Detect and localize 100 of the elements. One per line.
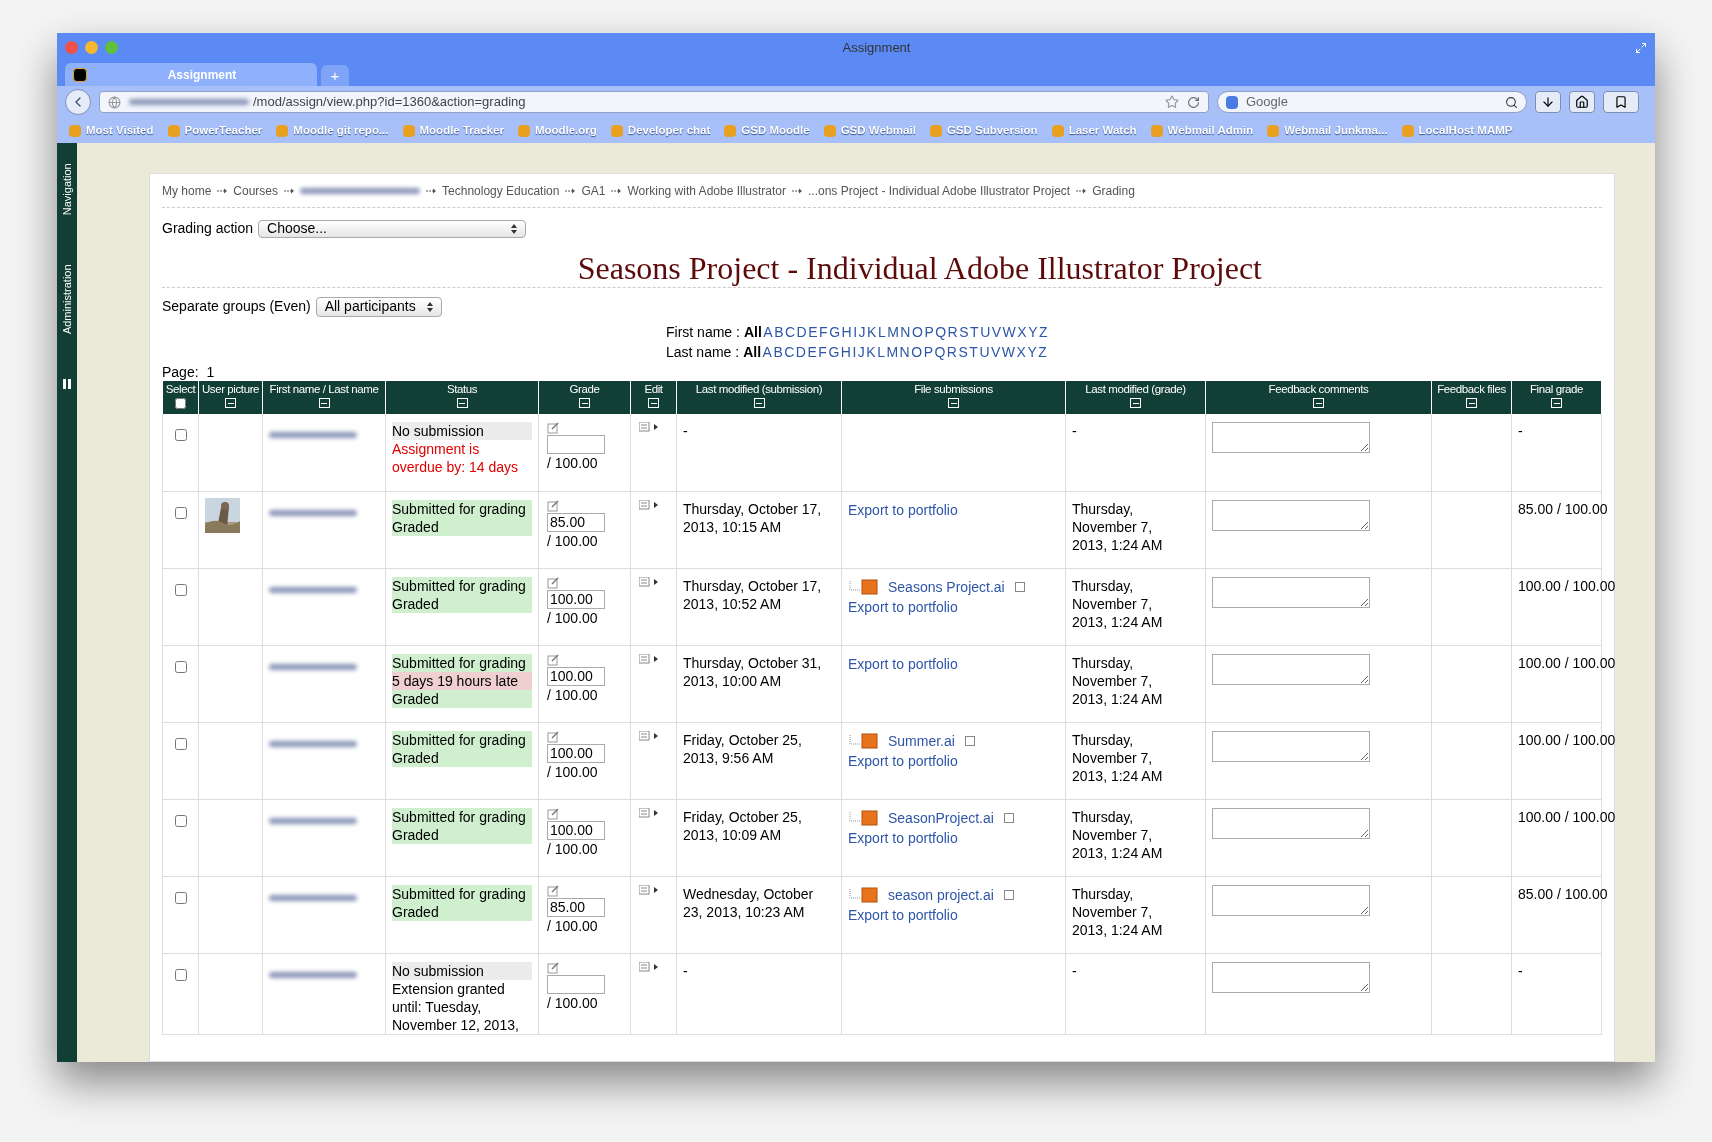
breadcrumb-link[interactable]: Courses <box>233 181 279 200</box>
initial-filter-link[interactable]: Q <box>934 342 946 362</box>
initial-filter-link[interactable]: L <box>877 342 885 362</box>
row-checkbox[interactable] <box>174 429 187 441</box>
side-tab[interactable]: Navigation <box>57 159 77 219</box>
collapse-icon[interactable] <box>225 398 236 408</box>
feedback-field[interactable] <box>1212 499 1370 531</box>
breadcrumb-link[interactable]: Grading <box>1092 181 1135 200</box>
feedback-field[interactable] <box>1212 653 1370 685</box>
export-portfolio-link[interactable]: Export to portfolio <box>848 598 958 615</box>
initial-filter-link[interactable]: P <box>923 342 933 362</box>
initial-filter-link[interactable]: E <box>808 322 818 342</box>
portfolio-export-icon[interactable] <box>1003 889 1014 900</box>
collapse-icon[interactable] <box>318 398 330 408</box>
column-header[interactable]: Feedback files <box>1431 381 1512 414</box>
initial-filter-link[interactable]: A <box>762 342 772 362</box>
grade-field[interactable]: 100.00 <box>547 666 605 686</box>
file-link[interactable]: SeasonProject.ai <box>888 807 994 828</box>
initial-filter-link[interactable]: V <box>991 322 1002 342</box>
row-checkbox[interactable] <box>174 506 187 519</box>
row-checkbox[interactable] <box>174 737 187 750</box>
grade-field[interactable]: 100.00 <box>547 820 605 840</box>
row-checkbox[interactable] <box>174 891 187 904</box>
edit-grade-icon[interactable] <box>547 653 559 666</box>
collapse-icon[interactable] <box>648 398 659 408</box>
initial-filter-link[interactable]: X <box>1017 322 1027 342</box>
initial-filter-link[interactable]: I <box>853 322 858 342</box>
column-header[interactable]: Select <box>162 381 199 414</box>
grade-field[interactable]: 100.00 <box>547 743 605 763</box>
initial-filter-link[interactable]: X <box>1016 342 1026 362</box>
portfolio-export-icon[interactable] <box>964 735 975 746</box>
initial-filter-link[interactable]: C <box>784 342 795 362</box>
file-link[interactable]: Summer.ai <box>888 730 955 751</box>
column-header[interactable]: First name / Last name <box>262 381 386 414</box>
initial-filter-link[interactable]: F <box>819 322 828 342</box>
column-header[interactable]: Feedback comments <box>1205 381 1432 414</box>
initial-filter-link[interactable]: C <box>785 322 796 342</box>
initial-filter-link[interactable]: F <box>818 342 827 362</box>
initial-filter-link[interactable]: W <box>1001 342 1016 362</box>
initial-filter-link[interactable]: Y <box>1027 342 1037 362</box>
initial-filter-link[interactable]: G <box>829 322 841 342</box>
initial-filter-link[interactable]: All <box>743 322 762 342</box>
edit-menu-icon[interactable] <box>639 961 659 972</box>
bookmarks-button[interactable] <box>1603 91 1639 113</box>
collapse-icon[interactable] <box>579 398 590 408</box>
portfolio-export-icon[interactable] <box>1014 581 1025 592</box>
grade-field[interactable] <box>547 974 605 994</box>
column-header[interactable]: Final grade <box>1511 381 1602 414</box>
column-header[interactable]: Last modified (grade) <box>1065 381 1206 414</box>
feedback-field[interactable] <box>1212 961 1370 993</box>
groups-select[interactable]: All participants <box>315 296 442 317</box>
edit-grade-icon[interactable] <box>547 730 559 743</box>
back-button[interactable] <box>65 89 91 115</box>
initial-filter-link[interactable]: H <box>840 342 851 362</box>
initial-filter-link[interactable]: M <box>886 342 899 362</box>
home-button[interactable] <box>1569 91 1595 113</box>
reload-icon[interactable] <box>1187 95 1200 109</box>
edit-menu-icon[interactable] <box>639 422 659 432</box>
initial-filter-link[interactable]: Y <box>1028 322 1038 342</box>
initial-filter-link[interactable]: S <box>958 342 968 362</box>
column-header[interactable]: User picture <box>198 381 263 414</box>
initial-filter-link[interactable]: B <box>773 342 783 362</box>
initial-filter-link[interactable]: L <box>877 322 886 342</box>
initial-filter-link[interactable]: D <box>796 322 807 342</box>
file-link[interactable]: season project.ai <box>888 884 994 905</box>
initial-filter-link[interactable]: E <box>807 342 817 362</box>
initial-filter-link[interactable]: Q <box>935 322 947 342</box>
fullscreen-icon[interactable] <box>1635 41 1647 54</box>
initial-filter-link[interactable]: B <box>774 322 784 342</box>
initial-filter-link[interactable]: K <box>867 322 877 342</box>
edit-menu-icon[interactable] <box>639 653 659 664</box>
initial-filter-link[interactable]: A <box>763 322 773 342</box>
downloads-button[interactable] <box>1535 91 1561 113</box>
dock-icon[interactable] <box>63 379 71 389</box>
collapse-icon[interactable] <box>456 398 468 408</box>
export-portfolio-link[interactable]: Export to portfolio <box>848 752 958 769</box>
bookmark-star-icon[interactable] <box>1165 95 1179 109</box>
initial-filter-link[interactable]: W <box>1002 322 1016 342</box>
export-portfolio-link[interactable]: Export to portfolio <box>848 906 958 923</box>
column-header[interactable]: File submissions <box>841 381 1066 414</box>
breadcrumb-link[interactable]: Working with Adobe Illustrator <box>627 181 786 200</box>
initial-filter-link[interactable]: D <box>795 342 806 362</box>
initial-filter-link[interactable]: K <box>866 342 876 362</box>
file-link[interactable]: Seasons Project.ai <box>888 576 1005 597</box>
initial-filter-link[interactable]: I <box>852 342 857 362</box>
edit-menu-icon[interactable] <box>639 730 659 741</box>
edit-menu-icon[interactable] <box>639 576 659 587</box>
initial-filter-link[interactable]: N <box>900 322 911 342</box>
breadcrumb-link[interactable]: GA1 <box>581 181 606 200</box>
grade-field[interactable]: 100.00 <box>547 589 605 609</box>
collapse-icon[interactable] <box>948 398 959 408</box>
initial-filter-link[interactable]: O <box>911 342 923 362</box>
collapse-icon[interactable] <box>1313 398 1324 408</box>
search-bar[interactable]: Google <box>1217 91 1527 113</box>
initial-filter-link[interactable]: M <box>887 322 899 342</box>
edit-menu-icon[interactable] <box>639 884 659 895</box>
initial-filter-link[interactable]: All <box>743 342 762 362</box>
portfolio-export-icon[interactable] <box>1003 812 1014 823</box>
grade-field[interactable] <box>547 435 605 454</box>
breadcrumb-link[interactable]: My home <box>162 181 212 200</box>
